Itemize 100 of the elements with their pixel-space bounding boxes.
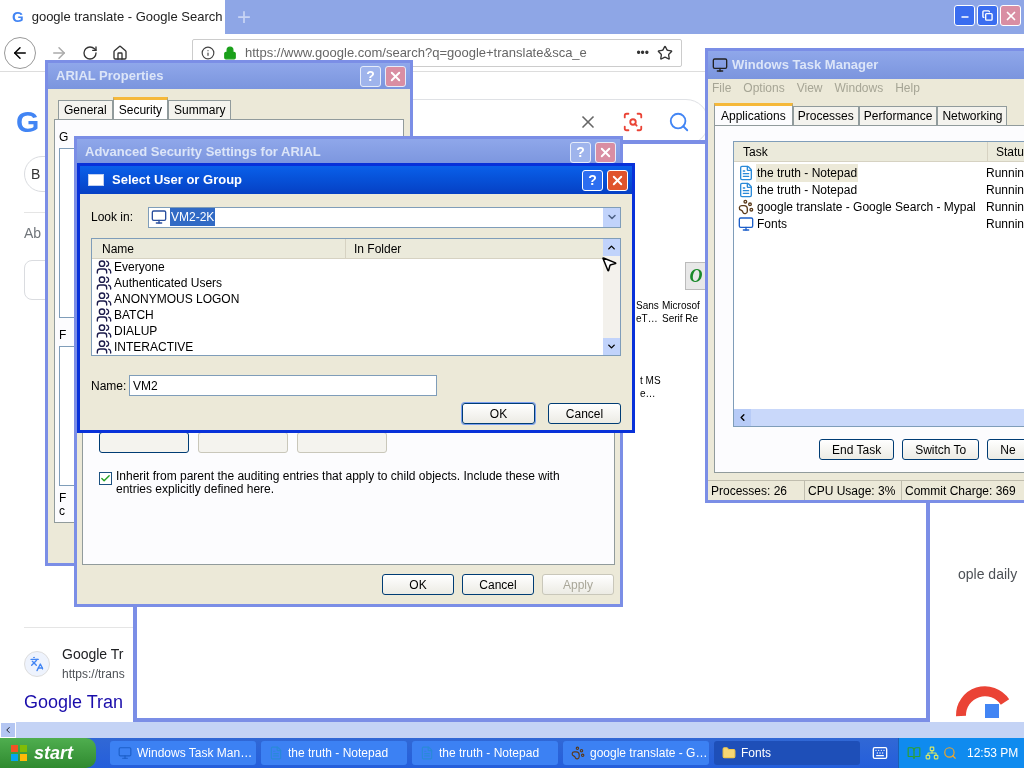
tab-title: google translate - Google Search [31,8,223,27]
group-icon [96,339,112,355]
font-label[interactable]: t MS e… [640,374,661,400]
minimize-button[interactable] [954,5,975,26]
result-url: https://trans [62,666,125,683]
dialog-button[interactable]: End Task [819,439,895,461]
taskbar-item[interactable]: the truth - Notepad [261,741,407,765]
dialog-button[interactable]: Cancel [462,574,534,595]
monitor-icon [118,746,132,760]
tab[interactable]: Networking [937,106,1008,126]
dialog-button[interactable]: OK [382,574,454,595]
status-text: Commit Charge: 369 [904,482,1017,500]
list-item[interactable]: DIALUP [96,323,603,339]
dialog-button[interactable]: Cancel [548,403,621,424]
group-icon [96,307,112,323]
home-icon[interactable] [112,44,128,61]
monitor-icon [738,215,754,232]
list-item[interactable]: INTERACTIVE [96,339,603,355]
star-icon[interactable] [657,44,673,61]
window-icon [88,174,104,186]
task-status: Runnin [985,181,1024,199]
logo-letter: G [16,107,40,137]
tab[interactable]: Security [112,97,169,119]
restore-button[interactable] [977,5,998,26]
list-item[interactable]: ANONYMOUS LOGON [96,291,603,307]
field-label: Name: [91,377,128,395]
section-label: G [59,129,69,146]
list-item[interactable]: Authenticated Users [96,275,603,291]
about-text: Ab [24,224,42,243]
dialog-button[interactable]: OK [462,403,535,424]
note-text: F [59,492,67,505]
info-icon[interactable] [201,45,215,60]
restore-icon [982,10,993,21]
tab[interactable]: Summary [168,100,232,119]
task-name[interactable]: Fonts [756,214,788,233]
note-text: c [59,505,65,518]
taskbar-item[interactable]: google translate - G… [563,741,709,765]
column-header[interactable]: Task [734,142,988,162]
window-title: Advanced Security Settings for ARIAL [85,143,322,162]
button[interactable] [99,432,189,453]
lock-icon [223,45,237,60]
task-name[interactable]: the truth - Notepad [756,180,859,199]
tab[interactable]: Processes [792,106,859,126]
tab[interactable]: Performance [858,106,938,126]
window-title: ARIAL Properties [56,67,165,86]
window-title: Windows Task Manager [732,56,879,74]
clock-text: 12:53 PM [967,745,1019,762]
font-label[interactable]: Microsof Serif Re [662,299,700,325]
task-status: Runnin [985,215,1024,233]
scroll-up-button[interactable] [603,239,620,256]
tab[interactable]: General [58,100,113,119]
group-icon [96,291,112,307]
task-name[interactable]: google translate - Google Search - Mypal [756,197,977,216]
window-title: Select User or Group [112,171,244,190]
url-text: https://www.google.com/search?q=google+translate&sca_e [245,43,588,62]
notepad-icon [420,746,434,760]
section-label: F [59,327,67,344]
list-item[interactable]: BATCH [96,307,603,323]
font-label[interactable]: Sans eT… [636,299,659,325]
monitor-icon [712,56,728,73]
group-icon [96,275,112,291]
taskbar-item[interactable]: the truth - Notepad [412,741,558,765]
taskbar-item[interactable]: Fonts [714,741,860,765]
column-header[interactable]: In Folder [346,239,603,258]
column-header[interactable]: Statu [987,142,1024,162]
column-header[interactable]: Name [92,239,346,258]
taskbar-item[interactable]: Windows Task Man… [110,741,256,765]
folder-icon [722,746,736,760]
checkbox[interactable] [99,472,112,485]
paw-icon [738,198,754,215]
status-text: Processes: 26 [708,481,805,500]
lens-icon[interactable] [622,111,645,133]
help-button[interactable]: ? [582,169,603,191]
name-field[interactable]: VM2 [129,375,437,396]
search-icon[interactable] [668,111,691,133]
more-button[interactable]: ••• [636,43,649,62]
tab[interactable]: Applications [714,103,793,126]
result-title[interactable]: Google Tran [24,689,124,716]
notepad-icon [738,164,754,181]
task-name[interactable]: the truth - Notepad [756,163,859,182]
checkbox-label: Inherit from parent the auditing entries that apply to child objects. Include these with entries explicitly defined here. [116,470,561,496]
reload-icon[interactable] [82,44,98,61]
horizontal-scrollbar[interactable] [734,409,1024,427]
network-icon[interactable] [925,746,939,760]
dialog-button[interactable]: Ne [987,439,1024,461]
list-item[interactable]: Everyone [96,259,603,275]
snippet-text: ople daily [958,565,1018,584]
start-button[interactable]: start [0,738,96,768]
scroll-left-button[interactable] [734,409,751,427]
tab-favicon: G [12,6,24,27]
browser-tab[interactable]: G google translate - Google Search [0,0,225,34]
scroll-left-button[interactable] [0,722,16,738]
flag-icon [10,744,28,762]
dialog-button[interactable]: Switch To [902,439,980,461]
horizontal-scrollbar[interactable] [0,722,1024,738]
scroll-down-button[interactable] [603,338,620,355]
vertical-scrollbar[interactable] [603,239,620,355]
keyboard-icon[interactable] [872,745,888,761]
look-in-dropdown[interactable]: VM2-2K [148,206,621,228]
result-site: Google Tr [62,645,125,664]
